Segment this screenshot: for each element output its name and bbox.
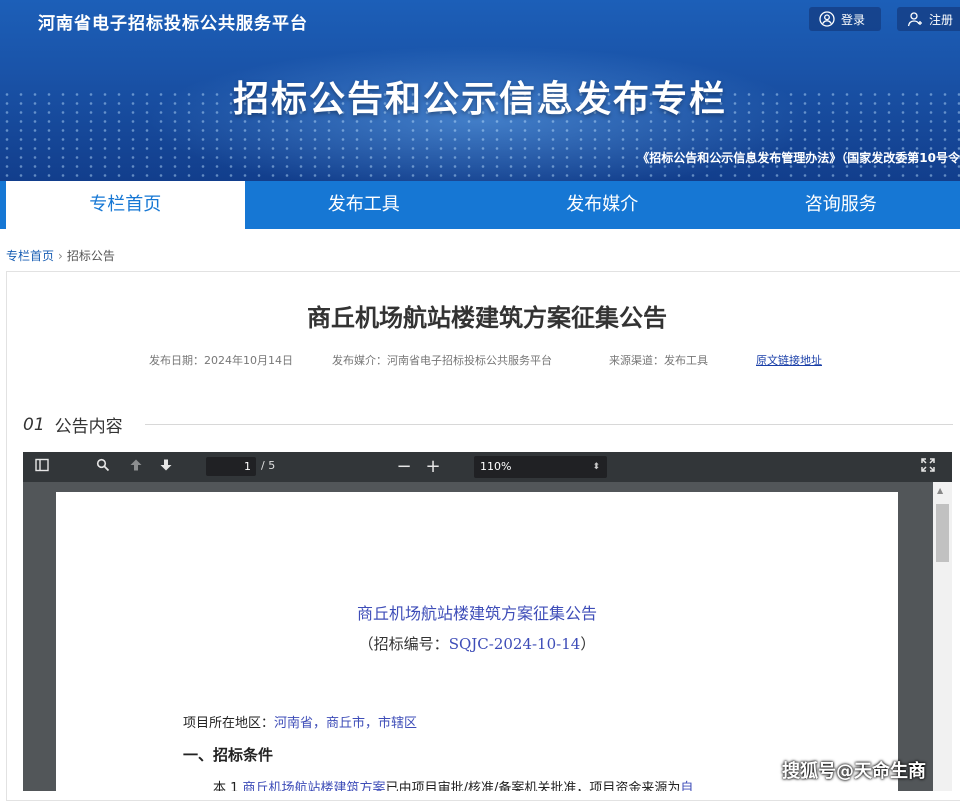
- pdf-body-text: 本 1 商丘机场航站楼建筑方案已由项目审批/核准/备案机关批准，项目资金来源为自: [213, 777, 693, 791]
- section-divider: [145, 424, 953, 425]
- zoom-select[interactable]: 110% ⬍: [474, 456, 607, 478]
- breadcrumb-home-link[interactable]: 专栏首页: [6, 247, 54, 264]
- user-add-icon: [907, 11, 923, 27]
- section-number: 01: [23, 415, 45, 435]
- body-prefix: 本 1: [213, 781, 238, 791]
- register-label: 注册: [929, 11, 953, 28]
- page-total: / 5: [261, 459, 275, 472]
- page-number-input[interactable]: 1: [206, 457, 256, 476]
- search-icon[interactable]: [94, 458, 112, 476]
- pdf-scrollbar[interactable]: ▲: [933, 482, 952, 791]
- login-label: 登录: [841, 11, 865, 28]
- login-button[interactable]: 登录: [809, 7, 881, 31]
- scroll-thumb[interactable]: [936, 504, 949, 562]
- register-button[interactable]: 注册: [897, 7, 960, 31]
- nav-item-publish-media[interactable]: 发布媒介: [483, 181, 722, 229]
- pdf-title: 商丘机场航站楼建筑方案征集公告: [56, 600, 898, 624]
- header-banner: 河南省电子招标投标公共服务平台 招标公告和公示信息发布专栏 《招标公告和公示信息…: [0, 0, 960, 181]
- main-nav: 专栏首页 发布工具 发布媒介 咨询服务: [0, 181, 960, 229]
- sidebar-toggle-icon[interactable]: [33, 458, 51, 476]
- fullscreen-icon[interactable]: [919, 458, 937, 476]
- pdf-heading: 一、招标条件: [183, 744, 273, 765]
- previous-page-icon[interactable]: [127, 458, 145, 476]
- nav-item-publish-tools[interactable]: 发布工具: [245, 181, 484, 229]
- region-value: 河南省，商丘市，市辖区: [274, 716, 417, 731]
- nav-item-home[interactable]: 专栏首页: [0, 181, 245, 229]
- pdf-page: 商丘机场航站楼建筑方案征集公告 （招标编号：SQJC-2024-10-14） 项…: [56, 492, 898, 791]
- section-title: 公告内容: [55, 412, 123, 437]
- pdf-subtitle-prefix: （招标编号：: [359, 635, 449, 653]
- zoom-out-icon[interactable]: −: [395, 458, 413, 476]
- breadcrumb-current: 招标公告: [67, 247, 115, 264]
- pdf-subtitle: （招标编号：SQJC-2024-10-14）: [56, 633, 898, 654]
- zoom-in-icon[interactable]: +: [424, 458, 442, 476]
- source-channel: 来源渠道：发布工具: [609, 352, 708, 368]
- project-region: 项目所在地区：河南省，商丘市，市辖区: [183, 712, 417, 731]
- publish-date: 发布日期：2024年10月14日: [149, 352, 293, 368]
- user-circle-icon: [819, 11, 835, 27]
- publish-media: 发布媒介：河南省电子招标投标公共服务平台: [332, 352, 552, 368]
- body-suffix: 自: [680, 781, 693, 791]
- chevron-right-icon: ›: [58, 249, 63, 263]
- pdf-toolbar: 1 / 5 − + 110% ⬍: [23, 452, 952, 482]
- pdf-viewer: 1 / 5 − + 110% ⬍ 商丘机场航站楼建筑方案征集公告 （招标编号：S…: [23, 452, 952, 791]
- bid-code: SQJC-2024-10-14: [449, 635, 581, 653]
- body-project: 商丘机场航站楼建筑方案: [243, 781, 386, 791]
- hero-subtitle[interactable]: 《招标公告和公示信息发布管理办法》（国家发改委第10号令: [637, 149, 960, 166]
- scroll-up-icon[interactable]: ▲: [937, 486, 943, 495]
- watermark: 搜狐号@天命生商: [782, 757, 926, 783]
- nav-item-consulting[interactable]: 咨询服务: [722, 181, 960, 229]
- region-label: 项目所在地区：: [183, 716, 274, 731]
- next-page-icon[interactable]: [157, 458, 175, 476]
- hero-title: 招标公告和公示信息发布专栏: [0, 70, 960, 122]
- select-caret-icon: ⬍: [592, 456, 600, 478]
- article-title: 商丘机场航站楼建筑方案征集公告: [7, 298, 960, 333]
- breadcrumb: 专栏首页 › 招标公告: [6, 247, 115, 264]
- original-link[interactable]: 原文链接地址: [756, 352, 822, 368]
- site-title[interactable]: 河南省电子招标投标公共服务平台: [38, 9, 308, 34]
- zoom-value: 110%: [480, 460, 511, 473]
- section-heading: 01 公告内容: [23, 412, 123, 437]
- pdf-subtitle-suffix: ）: [580, 635, 595, 653]
- body-text: 已由项目审批/核准/备案机关批准，项目资金来源为: [386, 781, 681, 791]
